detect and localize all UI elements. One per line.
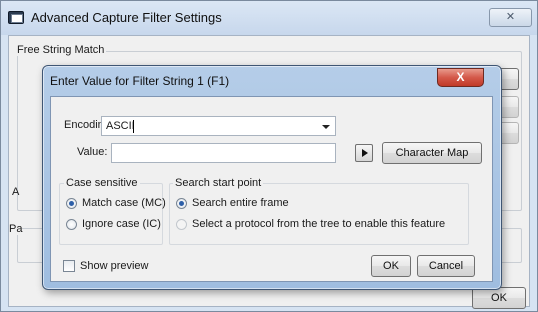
dialog-close-button[interactable]: X: [437, 68, 484, 87]
outer-partial-label-a: A: [12, 186, 20, 198]
outer-close-button[interactable]: ✕: [489, 8, 532, 27]
case-sensitive-label: Case sensitive: [64, 177, 140, 189]
play-icon[interactable]: [355, 144, 373, 162]
outer-title-bar[interactable]: Advanced Capture Filter Settings ✕: [1, 1, 537, 35]
app-window-icon: [8, 11, 24, 24]
chevron-down-icon: [322, 125, 330, 129]
text-caret: [133, 120, 134, 133]
search-start-point-label: Search start point: [173, 177, 264, 189]
outer-window-title: Advanced Capture Filter Settings: [31, 10, 222, 25]
search-start-point-group: [169, 183, 469, 245]
character-map-button[interactable]: Character Map: [382, 142, 482, 164]
outer-partial-label-pa: Pa: [9, 223, 23, 235]
ignore-case-label[interactable]: Ignore case (IC): [82, 218, 161, 230]
value-input[interactable]: [111, 143, 336, 163]
match-case-radio[interactable]: [66, 198, 77, 209]
encoding-value: ASCII: [106, 120, 135, 132]
ignore-case-radio[interactable]: [66, 219, 77, 230]
case-sensitive-group: [59, 183, 163, 245]
select-protocol-radio[interactable]: [176, 219, 187, 230]
outer-ok-button[interactable]: OK: [472, 287, 526, 309]
search-entire-frame-radio[interactable]: [176, 198, 187, 209]
match-case-label[interactable]: Match case (MC): [82, 197, 166, 209]
value-label: Value:: [77, 146, 108, 158]
free-string-match-label: Free String Match: [15, 44, 107, 56]
dialog-client-area: Encoding: ASCII Value: Character Map Cas…: [50, 96, 493, 282]
encoding-dropdown[interactable]: ASCII: [101, 116, 336, 136]
search-entire-frame-label[interactable]: Search entire frame: [192, 197, 289, 209]
select-protocol-label: Select a protocol from the tree to enabl…: [192, 218, 446, 230]
enter-value-dialog: Enter Value for Filter String 1 (F1) X E…: [42, 65, 502, 290]
dialog-title: Enter Value for Filter String 1 (F1): [50, 74, 230, 88]
show-preview-checkbox[interactable]: [63, 260, 75, 272]
show-preview-label[interactable]: Show preview: [80, 260, 148, 272]
dialog-cancel-button[interactable]: Cancel: [417, 255, 475, 277]
dialog-ok-button[interactable]: OK: [371, 255, 411, 277]
